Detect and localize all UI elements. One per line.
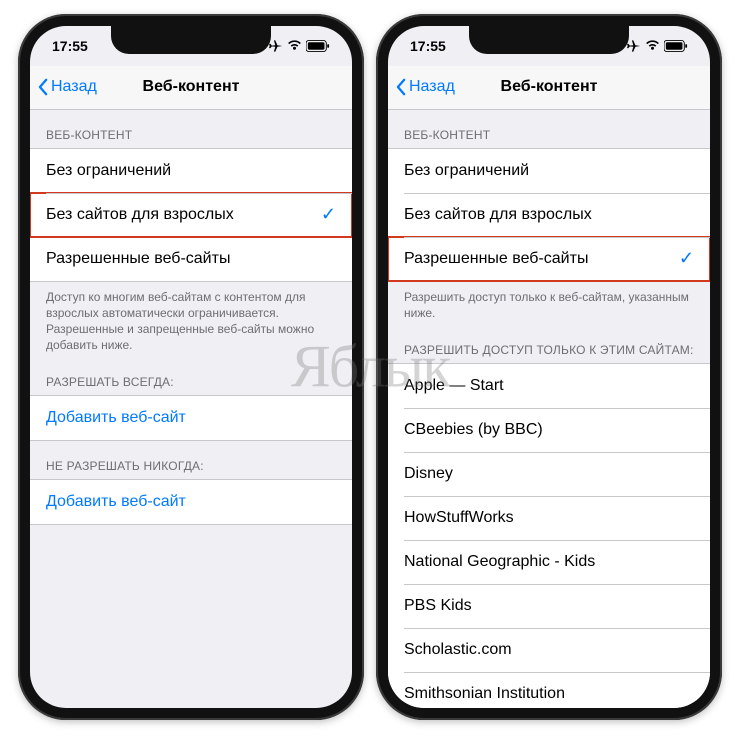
site-label: HowStuffWorks bbox=[404, 509, 514, 527]
add-website-allow[interactable]: Добавить веб-сайт bbox=[30, 396, 352, 440]
nav-bar: Назад Веб-контент bbox=[388, 66, 710, 110]
status-icons bbox=[269, 39, 330, 53]
airplane-icon bbox=[627, 39, 641, 53]
option-label: Разрешенные веб-сайты bbox=[404, 250, 588, 268]
section-footer: Доступ ко многим веб-сайтам с контентом … bbox=[30, 282, 352, 358]
site-row[interactable]: Apple — Start bbox=[388, 364, 710, 408]
checkmark-icon: ✓ bbox=[679, 248, 694, 269]
chevron-left-icon bbox=[396, 78, 407, 96]
notch bbox=[111, 26, 271, 54]
option-label: Без ограничений bbox=[404, 162, 529, 180]
status-time: 17:55 bbox=[410, 38, 446, 54]
section-header-webcontent: ВЕБ-КОНТЕНТ bbox=[30, 110, 352, 148]
back-button[interactable]: Назад bbox=[38, 78, 97, 96]
option-label: Без сайтов для взрослых bbox=[46, 206, 234, 224]
option-row[interactable]: Разрешенные веб-сайты bbox=[30, 237, 352, 281]
option-label: Разрешенные веб-сайты bbox=[46, 250, 230, 268]
site-row[interactable]: Disney bbox=[388, 452, 710, 496]
status-time: 17:55 bbox=[52, 38, 88, 54]
airplane-icon bbox=[269, 39, 283, 53]
section-header-webcontent: ВЕБ-КОНТЕНТ bbox=[388, 110, 710, 148]
site-row[interactable]: PBS Kids bbox=[388, 584, 710, 628]
status-icons bbox=[627, 39, 688, 53]
site-row[interactable]: National Geographic - Kids bbox=[388, 540, 710, 584]
option-row[interactable]: Без ограничений bbox=[388, 149, 710, 193]
option-row[interactable]: Без ограничений bbox=[30, 149, 352, 193]
content-left[interactable]: ВЕБ-КОНТЕНТ Без ограничений Без сайтов дл… bbox=[30, 110, 352, 708]
chevron-left-icon bbox=[38, 78, 49, 96]
site-row[interactable]: HowStuffWorks bbox=[388, 496, 710, 540]
section-footer: Разрешить доступ только к веб-сайтам, ук… bbox=[388, 282, 710, 325]
back-label: Назад bbox=[409, 78, 455, 96]
battery-icon bbox=[664, 40, 688, 52]
back-button[interactable]: Назад bbox=[396, 78, 455, 96]
site-label: CBeebies (by BBC) bbox=[404, 421, 543, 439]
section-header-allow: РАЗРЕШАТЬ ВСЕГДА: bbox=[30, 357, 352, 395]
site-label: Scholastic.com bbox=[404, 641, 512, 659]
deny-group: Добавить веб-сайт bbox=[30, 479, 352, 525]
add-website-deny[interactable]: Добавить веб-сайт bbox=[30, 480, 352, 524]
battery-icon bbox=[306, 40, 330, 52]
site-row[interactable]: CBeebies (by BBC) bbox=[388, 408, 710, 452]
site-label: Apple — Start bbox=[404, 377, 504, 395]
checkmark-icon: ✓ bbox=[321, 204, 336, 225]
back-label: Назад bbox=[51, 78, 97, 96]
site-label: Smithsonian Institution bbox=[404, 685, 565, 703]
screen-left: 17:55 Назад Веб-контент ВЕБ-КОНТЕНТ Без … bbox=[30, 26, 352, 708]
option-label: Без ограничений bbox=[46, 162, 171, 180]
wifi-icon bbox=[287, 40, 302, 52]
site-row[interactable]: Smithsonian Institution bbox=[388, 672, 710, 708]
wifi-icon bbox=[645, 40, 660, 52]
sites-group: Apple — Start CBeebies (by BBC) Disney HowS… bbox=[388, 363, 710, 708]
site-row[interactable]: Scholastic.com bbox=[388, 628, 710, 672]
iphone-right: 17:55 Назад Веб-контент ВЕБ-КОНТЕНТ Без … bbox=[376, 14, 722, 720]
site-label: National Geographic - Kids bbox=[404, 553, 595, 571]
section-header-sites: РАЗРЕШИТЬ ДОСТУП ТОЛЬКО К ЭТИМ САЙТАМ: bbox=[388, 325, 710, 363]
option-row[interactable]: Разрешенные веб-сайты ✓ bbox=[388, 237, 710, 281]
screen-right: 17:55 Назад Веб-контент ВЕБ-КОНТЕНТ Без … bbox=[388, 26, 710, 708]
options-group: Без ограничений Без сайтов для взрослых ✓ Р… bbox=[30, 148, 352, 282]
nav-bar: Назад Веб-контент bbox=[30, 66, 352, 110]
options-group: Без ограничений Без сайтов для взрослых Ра… bbox=[388, 148, 710, 282]
allow-group: Добавить веб-сайт bbox=[30, 395, 352, 441]
site-label: PBS Kids bbox=[404, 597, 472, 615]
option-label: Без сайтов для взрослых bbox=[404, 206, 592, 224]
notch bbox=[469, 26, 629, 54]
content-right[interactable]: ВЕБ-КОНТЕНТ Без ограничений Без сайтов дл… bbox=[388, 110, 710, 708]
option-row[interactable]: Без сайтов для взрослых ✓ bbox=[30, 193, 352, 237]
section-header-deny: НЕ РАЗРЕШАТЬ НИКОГДА: bbox=[30, 441, 352, 479]
option-row[interactable]: Без сайтов для взрослых bbox=[388, 193, 710, 237]
iphone-left: 17:55 Назад Веб-контент ВЕБ-КОНТЕНТ Без … bbox=[18, 14, 364, 720]
site-label: Disney bbox=[404, 465, 453, 483]
